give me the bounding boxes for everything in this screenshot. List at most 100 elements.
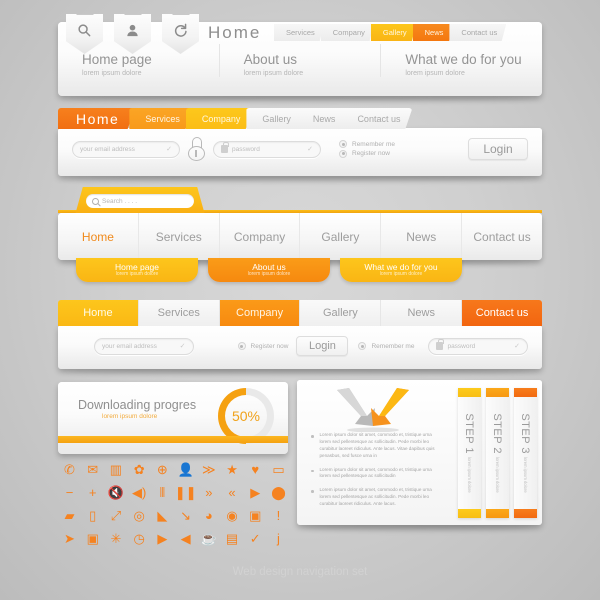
- icon-grid: ✆ ✉ ▥ ✿ ⊕ 👤 ≫ ★ ♥ ▭ − + 🔇 ◀) ⦀ ❚❚ » « ▶ ⬤ ▰ ▯ ⤢ ◎ ◣ ↘ ◕ ◉ ▣! ➤ ▣ ✳ ◷ ▶ ◀ ☕ ▤…: [62, 462, 286, 554]
- block4-nav-services[interactable]: Services: [138, 300, 220, 326]
- block3-nav-news[interactable]: News: [381, 213, 463, 260]
- search-input[interactable]: Search . . . .: [86, 194, 194, 208]
- block3-nav-contact-us[interactable]: Contact us: [462, 213, 542, 260]
- shield-icon[interactable]: ⬤: [271, 485, 286, 500]
- navigation-block-1: Home Services Company Gallery News Contact u…: [58, 14, 542, 96]
- speech-bubble-icon[interactable]: ▭: [271, 462, 286, 477]
- block3-nav-company[interactable]: Company: [219, 213, 301, 260]
- block1-column: What we do for you lorem ipsum dolore: [381, 44, 542, 77]
- pause-icon[interactable]: ❚❚: [175, 485, 197, 500]
- expand-icon[interactable]: ⤢: [108, 508, 123, 523]
- envelope-icon[interactable]: ✉: [85, 462, 100, 477]
- step-card-step-1[interactable]: STEP 1 lorem ipsum dolore: [458, 388, 481, 518]
- sliders-icon[interactable]: ⦀: [155, 485, 170, 500]
- search-placeholder: Search . . . .: [102, 197, 138, 205]
- block3-subtab-about-us[interactable]: About us lorem ipsum dolore: [208, 258, 330, 282]
- lifebuoy-icon[interactable]: ◎: [132, 508, 147, 523]
- block1-tab-contact-us[interactable]: Contact us: [449, 24, 507, 41]
- eye-icon[interactable]: ◉: [225, 508, 240, 523]
- remember-me-radio[interactable]: Remember me: [339, 140, 395, 149]
- block2-nav-contact-us[interactable]: Contact us: [341, 108, 413, 129]
- volume-icon[interactable]: ◀): [132, 485, 147, 500]
- block3-nav-gallery[interactable]: Gallery: [300, 213, 382, 260]
- tag-icon[interactable]: ◣: [155, 508, 170, 523]
- check-icon: ✓: [307, 146, 313, 153]
- block3-subtab-what-we-do-for-you[interactable]: What we do for you lorem ipsum dolore: [340, 258, 462, 282]
- gear-icon[interactable]: ✿: [132, 462, 147, 477]
- asterisk-icon[interactable]: ✳: [108, 531, 123, 546]
- previous-icon[interactable]: ◀: [178, 531, 193, 546]
- block2-nav-home[interactable]: Home: [58, 108, 136, 129]
- clock-icon[interactable]: ◷: [132, 531, 147, 546]
- step-card-step-3[interactable]: STEP 3 lorem ipsum dolore: [514, 388, 537, 518]
- folder-icon[interactable]: ▰: [62, 508, 77, 523]
- block4-nav-gallery[interactable]: Gallery: [300, 300, 382, 326]
- rss-icon[interactable]: ≫: [201, 462, 216, 477]
- info-icon[interactable]: j: [271, 531, 286, 546]
- step-card-step-2[interactable]: STEP 2 lorem ipsum dolore: [486, 388, 509, 518]
- radio-dot-icon: [339, 149, 347, 158]
- plus-icon[interactable]: +: [85, 485, 100, 500]
- navigation-block-2: Home Services Company Gallery News Contact us…: [58, 108, 542, 176]
- password-field[interactable]: password ✓: [428, 337, 528, 355]
- block2-nav-services[interactable]: Services: [129, 108, 192, 129]
- star-icon[interactable]: ★: [225, 462, 240, 477]
- block2-nav-gallery[interactable]: Gallery: [246, 108, 303, 129]
- next-icon[interactable]: ▶: [155, 531, 170, 546]
- icon-row: ▰ ▯ ⤢ ◎ ◣ ↘ ◕ ◉ ▣!: [62, 508, 286, 523]
- password-field[interactable]: password ✓: [213, 140, 321, 158]
- block1-tab-company[interactable]: Company: [320, 24, 374, 41]
- email-field[interactable]: your email address ✓: [94, 337, 194, 355]
- block4-nav-home[interactable]: Home: [58, 300, 139, 326]
- save-icon[interactable]: ▣: [248, 508, 263, 523]
- progress-title: Downloading progres: [78, 398, 197, 412]
- video-camera-icon[interactable]: ▤: [225, 531, 240, 546]
- play-icon[interactable]: ▶: [248, 485, 263, 500]
- block2-nav-company[interactable]: Company: [185, 108, 253, 129]
- alert-icon[interactable]: !: [271, 508, 286, 523]
- pie-chart-icon[interactable]: ◕: [201, 508, 216, 523]
- bullet-item: Lorem ipsum dolor sit amet, commodo et, …: [311, 467, 442, 481]
- block1-column: Home page lorem ipsum dolore: [58, 44, 220, 77]
- block2-nav-news[interactable]: News: [296, 108, 348, 129]
- register-now-label: Register now: [352, 150, 390, 158]
- remember-me-radio[interactable]: Remember me: [358, 342, 414, 350]
- block2-options: Remember me Register now: [339, 139, 395, 160]
- coffee-icon[interactable]: ☕: [201, 531, 217, 546]
- block4-nav-contact-us[interactable]: Contact us: [462, 300, 542, 326]
- user-icon[interactable]: 👤: [178, 462, 194, 477]
- camera-icon[interactable]: ▣: [85, 531, 100, 546]
- phone-icon[interactable]: ✆: [62, 462, 77, 477]
- register-now-radio[interactable]: Register now: [339, 149, 395, 158]
- progress-bar: [58, 436, 288, 443]
- block4-nav-news[interactable]: News: [381, 300, 463, 326]
- mute-icon[interactable]: 🔇: [108, 485, 124, 500]
- pin-icon[interactable]: ➤: [62, 531, 77, 546]
- check-icon[interactable]: ✓: [248, 531, 263, 546]
- clip-icon: [76, 14, 93, 15]
- block2-login-form: your email address ✓ password ✓ Remember…: [58, 137, 542, 161]
- globe-icon[interactable]: ⊕: [155, 462, 170, 477]
- bullet-dot-icon: [311, 469, 314, 473]
- email-field[interactable]: your email address ✓: [72, 140, 180, 158]
- block3-nav-services[interactable]: Services: [138, 213, 220, 260]
- heart-icon[interactable]: ♥: [248, 462, 263, 477]
- block4-nav-company[interactable]: Company: [219, 300, 301, 326]
- block1-tab-news[interactable]: News: [412, 24, 453, 41]
- login-button[interactable]: Login: [468, 138, 528, 160]
- block1-tab-services[interactable]: Services: [274, 24, 324, 41]
- email-placeholder: your email address: [102, 342, 157, 350]
- minus-icon[interactable]: −: [62, 485, 77, 500]
- briefcase-icon[interactable]: ▥: [108, 462, 123, 477]
- login-button[interactable]: Login: [296, 336, 349, 356]
- trash-icon[interactable]: ▯: [85, 508, 100, 523]
- microphone-icon[interactable]: ↘: [178, 508, 193, 523]
- navigation-block-3: Search . . . . Home Services Company Galler…: [58, 187, 542, 282]
- step-card-subtitle: lorem ipsum dolore: [495, 457, 500, 493]
- register-now-radio[interactable]: Register now: [237, 342, 288, 350]
- block3-subtab-home-page[interactable]: Home page lorem ipsum dolore: [76, 258, 198, 282]
- block3-nav-home[interactable]: Home: [58, 213, 139, 260]
- rewind-icon[interactable]: «: [225, 485, 240, 500]
- block1-tab-gallery[interactable]: Gallery: [370, 24, 416, 41]
- fast-forward-icon[interactable]: »: [201, 485, 216, 500]
